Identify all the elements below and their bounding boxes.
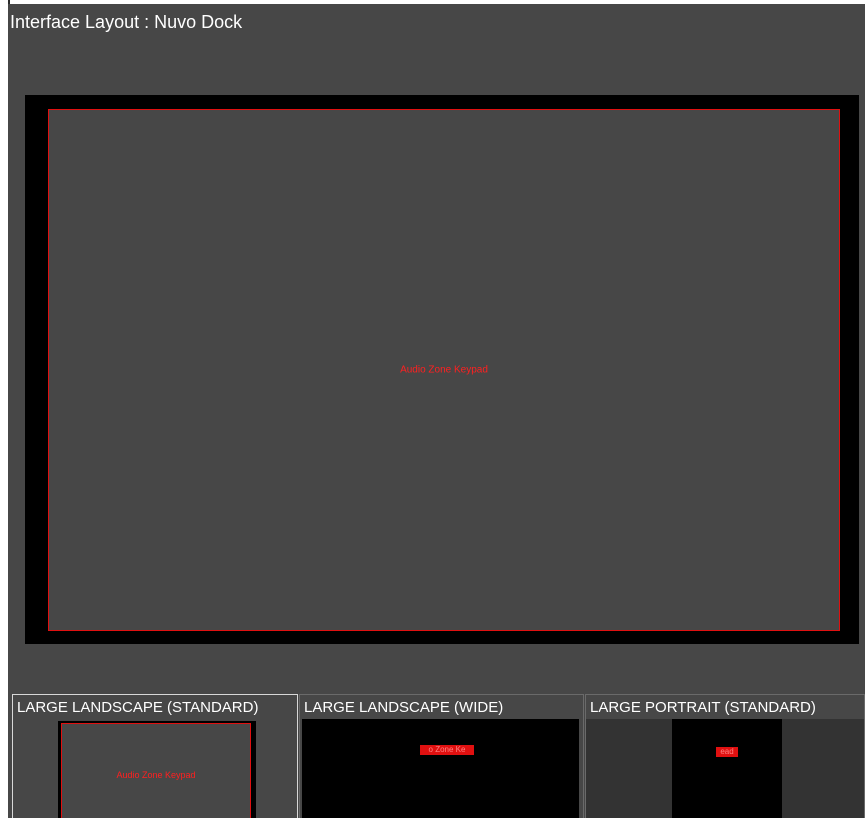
thumbnail-label: ead [716,747,738,757]
tab-thumbnail: ead [586,719,864,818]
interface-layout-window: Interface Layout : Nuvo Dock Audio Zone … [8,4,865,818]
layout-preview-frame: Audio Zone Keypad [25,95,859,644]
tab-large-portrait-standard[interactable]: LARGE PORTRAIT (STANDARD) ead [585,694,865,818]
tab-thumbnail: Audio Zone Keypad [13,719,297,818]
layout-tabs: LARGE LANDSCAPE (STANDARD) Audio Zone Ke… [12,694,865,818]
tab-large-landscape-wide[interactable]: LARGE LANDSCAPE (WIDE) o Zone Ke [299,694,584,818]
thumbnail-frame: o Zone Ke [302,719,579,818]
thumbnail-panel: Audio Zone Keypad [61,723,251,818]
tab-label: LARGE PORTRAIT (STANDARD) [590,699,816,716]
thumbnail-label: o Zone Ke [420,745,474,755]
thumbnail-frame: ead [672,719,782,818]
tab-label: LARGE LANDSCAPE (STANDARD) [17,699,259,716]
thumbnail-label: Audio Zone Keypad [116,770,196,780]
page-title: Interface Layout : Nuvo Dock [10,12,243,32]
tab-large-landscape-standard[interactable]: LARGE LANDSCAPE (STANDARD) Audio Zone Ke… [12,694,298,818]
audio-zone-keypad-panel[interactable]: Audio Zone Keypad [48,109,840,631]
thumbnail-frame: Audio Zone Keypad [58,721,256,818]
tab-thumbnail: o Zone Ke [300,719,583,818]
panel-label: Audio Zone Keypad [400,364,488,376]
tab-label: LARGE LANDSCAPE (WIDE) [304,699,504,716]
